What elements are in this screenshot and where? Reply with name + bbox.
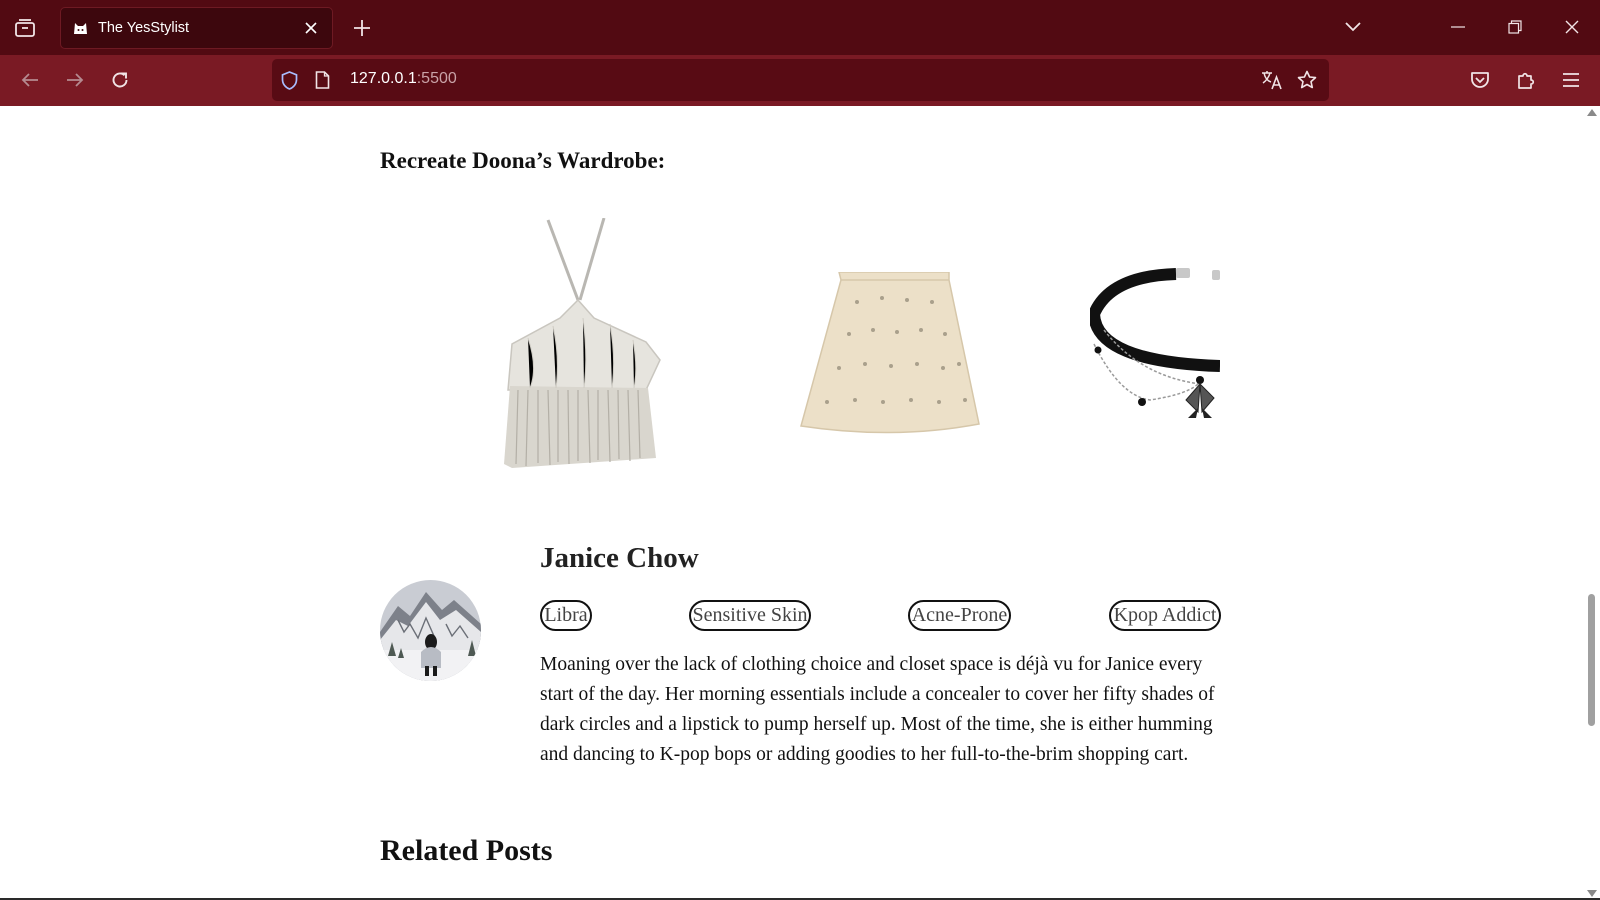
page-content: Recreate Doona’s Wardrobe: Janice Chow L… [0, 106, 1584, 900]
close-icon[interactable] [299, 16, 323, 40]
shield-icon[interactable] [276, 67, 302, 93]
halter-fringe-top-image[interactable] [498, 218, 668, 480]
close-window-icon[interactable] [1558, 14, 1586, 40]
address-bar[interactable]: 127.0.0.1:5500 [272, 59, 1329, 101]
page-scrollbar[interactable] [1584, 106, 1600, 900]
reload-icon[interactable] [106, 67, 134, 93]
restore-icon[interactable] [1501, 14, 1529, 40]
star-icon[interactable] [1294, 67, 1320, 93]
chevron-down-icon[interactable] [1339, 14, 1367, 40]
butterfly-choker-necklace-image[interactable] [1090, 266, 1220, 426]
scroll-down-arrow-icon[interactable] [1587, 890, 1597, 897]
author-bio: Moaning over the lack of clothing choice… [540, 654, 1215, 765]
tag-sensitive-skin[interactable]: Sensitive Skin [689, 600, 811, 631]
tag-acne-prone[interactable]: Acne-Prone [908, 600, 1011, 631]
scrollbar-thumb[interactable] [1588, 594, 1595, 726]
arrow-left-icon[interactable] [16, 67, 44, 93]
url-host: 127.0.0.1 [350, 70, 417, 87]
translate-icon[interactable] [1259, 67, 1285, 93]
tab-bar: The YesStylist [0, 0, 1600, 55]
plus-icon[interactable] [348, 15, 376, 41]
hamburger-menu-icon[interactable] [1557, 67, 1585, 93]
pocket-icon[interactable] [1466, 67, 1494, 93]
embellished-mini-skirt-image[interactable] [797, 272, 989, 440]
tab-the-yesstylist[interactable]: The YesStylist [60, 7, 333, 49]
tab-overview-icon[interactable] [11, 15, 39, 41]
page-icon[interactable] [309, 67, 335, 93]
arrow-right-icon[interactable] [61, 67, 89, 93]
tab-title: The YesStylist [98, 20, 190, 36]
scroll-up-arrow-icon[interactable] [1587, 109, 1597, 116]
wardrobe-title: Recreate Doona’s Wardrobe: [380, 148, 666, 173]
related-posts-heading: Related Posts [380, 834, 553, 867]
puzzle-icon[interactable] [1512, 67, 1540, 93]
tag-libra[interactable]: Libra [540, 600, 592, 631]
author-name: Janice Chow [540, 542, 699, 574]
avatar [380, 580, 481, 681]
tag-kpop-addict[interactable]: Kpop Addict [1109, 600, 1221, 631]
navigation-toolbar: 127.0.0.1:5500 [0, 55, 1600, 106]
url-port: :5500 [416, 70, 457, 87]
minimize-icon[interactable] [1444, 14, 1472, 40]
url-text[interactable]: 127.0.0.1:5500 [350, 70, 457, 88]
cat-favicon-icon [72, 20, 89, 36]
